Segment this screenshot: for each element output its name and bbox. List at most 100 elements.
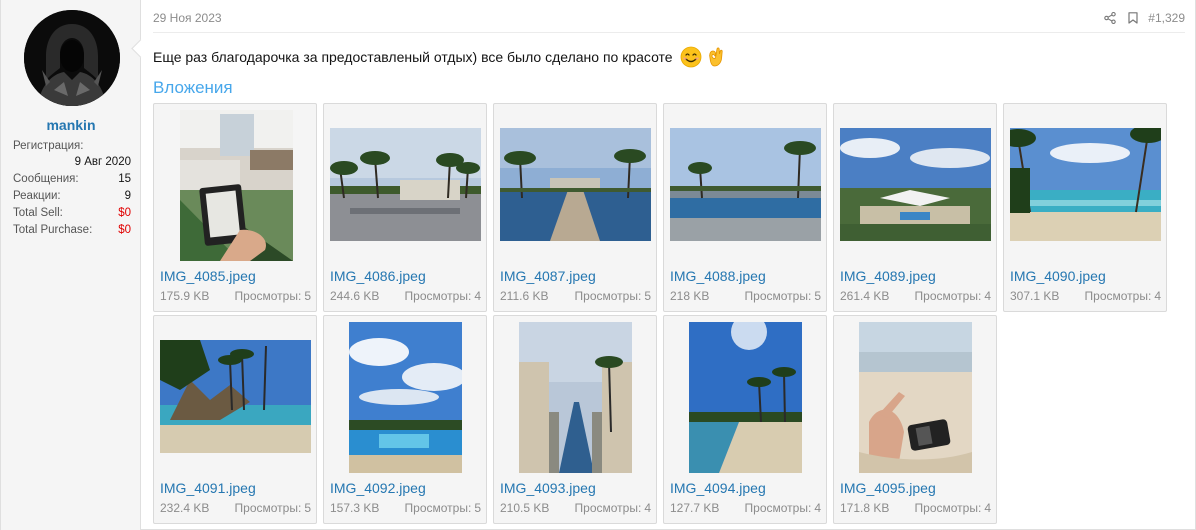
attachment-name[interactable]: IMG_4085.jpeg — [160, 268, 256, 284]
attachment-views: Просмотры: 4 — [575, 501, 651, 515]
attachment-name[interactable]: IMG_4094.jpeg — [670, 480, 766, 496]
attachment-views: Просмотры: 5 — [235, 289, 311, 303]
views-count: 5 — [474, 501, 481, 515]
attachment-name[interactable]: IMG_4087.jpeg — [500, 268, 596, 284]
username-link[interactable]: mankin — [1, 117, 141, 133]
attachment-card[interactable]: IMG_4092.jpeg 157.3 KB Просмотры: 5 — [323, 315, 487, 524]
stat-label-messages: Сообщения: — [13, 173, 79, 185]
attachment-name[interactable]: IMG_4089.jpeg — [840, 268, 936, 284]
views-count: 4 — [1154, 289, 1161, 303]
views-label: Просмотры: — [574, 289, 642, 303]
attachment-thumbnail[interactable] — [330, 128, 481, 241]
header-divider — [153, 32, 1185, 33]
attachment-name[interactable]: IMG_4093.jpeg — [500, 480, 596, 496]
attachment-views: Просмотры: 4 — [915, 289, 991, 303]
attachment-size: 157.3 KB — [330, 501, 380, 515]
attachment-thumbnail[interactable] — [160, 340, 311, 453]
stat-value-total-sell: $0 — [118, 207, 131, 219]
attachment-views: Просмотры: 4 — [1085, 289, 1161, 303]
views-label: Просмотры: — [234, 289, 302, 303]
attachments-heading: Вложения — [153, 78, 233, 97]
attachment-card[interactable]: IMG_4086.jpeg 244.6 KB Просмотры: 4 — [323, 103, 487, 312]
smiling-face-icon — [680, 46, 702, 71]
attachment-views: Просмотры: 4 — [915, 501, 991, 515]
stat-label-total-sell: Total Sell: — [13, 207, 63, 219]
attachment-size: 232.4 KB — [160, 501, 210, 515]
stat-value-reactions: 9 — [124, 190, 131, 202]
avatar[interactable] — [24, 10, 120, 106]
attachment-thumbnail[interactable] — [180, 110, 293, 261]
attachment-card[interactable]: IMG_4093.jpeg 210.5 KB Просмотры: 4 — [493, 315, 657, 524]
views-count: 4 — [474, 289, 481, 303]
attachment-size: 307.1 KB — [1010, 289, 1060, 303]
views-label: Просмотры: — [1084, 289, 1152, 303]
views-count: 5 — [644, 289, 651, 303]
attachment-thumbnail[interactable] — [1010, 128, 1161, 241]
share-icon[interactable] — [1102, 10, 1118, 26]
views-label: Просмотры: — [404, 501, 472, 515]
attachment-thumbnail[interactable] — [859, 322, 972, 473]
attachment-thumbnail[interactable] — [349, 322, 462, 473]
views-count: 5 — [304, 289, 311, 303]
attachment-size: 211.6 KB — [500, 289, 549, 303]
attachment-views: Просмотры: 5 — [745, 289, 821, 303]
attachment-name[interactable]: IMG_4090.jpeg — [1010, 268, 1106, 284]
attachment-size: 244.6 KB — [330, 289, 380, 303]
views-count: 4 — [984, 289, 991, 303]
post-content: 29 Ноя 2023 #1,329 Еще раз благодарочка … — [142, 0, 1195, 530]
views-label: Просмотры: — [914, 289, 982, 303]
attachment-name[interactable]: IMG_4092.jpeg — [330, 480, 426, 496]
stat-value-total-purchase: $0 — [118, 224, 131, 236]
stat-label-registration: Регистрация: — [13, 140, 84, 152]
hooded-figure-icon — [24, 10, 120, 106]
bookmark-icon[interactable] — [1125, 10, 1141, 26]
user-info-panel: mankin Регистрация: 9 Авг 2020 Сообщения… — [1, 0, 141, 530]
attachment-size: 171.8 KB — [840, 501, 890, 515]
post-number-link[interactable]: #1,329 — [1148, 11, 1185, 25]
views-label: Просмотры: — [914, 501, 982, 515]
attachment-card[interactable]: IMG_4089.jpeg 261.4 KB Просмотры: 4 — [833, 103, 997, 312]
views-count: 5 — [304, 501, 311, 515]
post-message: Еще раз благодарочка за предоставленый о… — [153, 46, 724, 71]
views-label: Просмотры: — [744, 289, 812, 303]
stat-value-messages: 15 — [118, 173, 131, 185]
attachment-thumbnail[interactable] — [670, 128, 821, 241]
post-actions: #1,329 — [1095, 9, 1185, 27]
post-message-text: Еще раз благодарочка за предоставленый о… — [153, 49, 673, 66]
post-date[interactable]: 29 Ноя 2023 — [153, 11, 222, 25]
attachment-views: Просмотры: 4 — [405, 289, 481, 303]
attachment-size: 210.5 KB — [500, 501, 550, 515]
attachment-views: Просмотры: 5 — [405, 501, 481, 515]
stat-value-registration: 9 Авг 2020 — [74, 156, 131, 168]
ok-hand-icon — [706, 46, 724, 71]
attachment-card[interactable]: IMG_4094.jpeg 127.7 KB Просмотры: 4 — [663, 315, 827, 524]
views-count: 4 — [644, 501, 651, 515]
attachment-size: 261.4 KB — [840, 289, 890, 303]
attachment-thumbnail[interactable] — [519, 322, 632, 473]
views-label: Просмотры: — [574, 501, 642, 515]
attachment-card[interactable]: IMG_4091.jpeg 232.4 KB Просмотры: 5 — [153, 315, 317, 524]
attachment-name[interactable]: IMG_4095.jpeg — [840, 480, 936, 496]
attachment-card[interactable]: IMG_4087.jpeg 211.6 KB Просмотры: 5 — [493, 103, 657, 312]
attachment-views: Просмотры: 5 — [235, 501, 311, 515]
views-label: Просмотры: — [234, 501, 302, 515]
attachment-thumbnail[interactable] — [689, 322, 802, 473]
attachment-name[interactable]: IMG_4091.jpeg — [160, 480, 256, 496]
views-count: 4 — [814, 501, 821, 515]
attachment-name[interactable]: IMG_4088.jpeg — [670, 268, 766, 284]
attachment-views: Просмотры: 4 — [745, 501, 821, 515]
attachment-card[interactable]: IMG_4090.jpeg 307.1 KB Просмотры: 4 — [1003, 103, 1167, 312]
attachment-size: 218 KB — [670, 289, 710, 303]
views-label: Просмотры: — [744, 501, 812, 515]
views-count: 5 — [814, 289, 821, 303]
views-label: Просмотры: — [404, 289, 472, 303]
attachment-thumbnail[interactable] — [840, 128, 991, 241]
attachment-name[interactable]: IMG_4086.jpeg — [330, 268, 426, 284]
attachment-card[interactable]: IMG_4095.jpeg 171.8 KB Просмотры: 4 — [833, 315, 997, 524]
attachment-card[interactable]: IMG_4085.jpeg 175.9 KB Просмотры: 5 — [153, 103, 317, 312]
attachment-views: Просмотры: 5 — [575, 289, 651, 303]
attachment-card[interactable]: IMG_4088.jpeg 218 KB Просмотры: 5 — [663, 103, 827, 312]
attachment-thumbnail[interactable] — [500, 128, 651, 241]
attachment-size: 175.9 KB — [160, 289, 210, 303]
stat-label-total-purchase: Total Purchase: — [13, 224, 93, 236]
